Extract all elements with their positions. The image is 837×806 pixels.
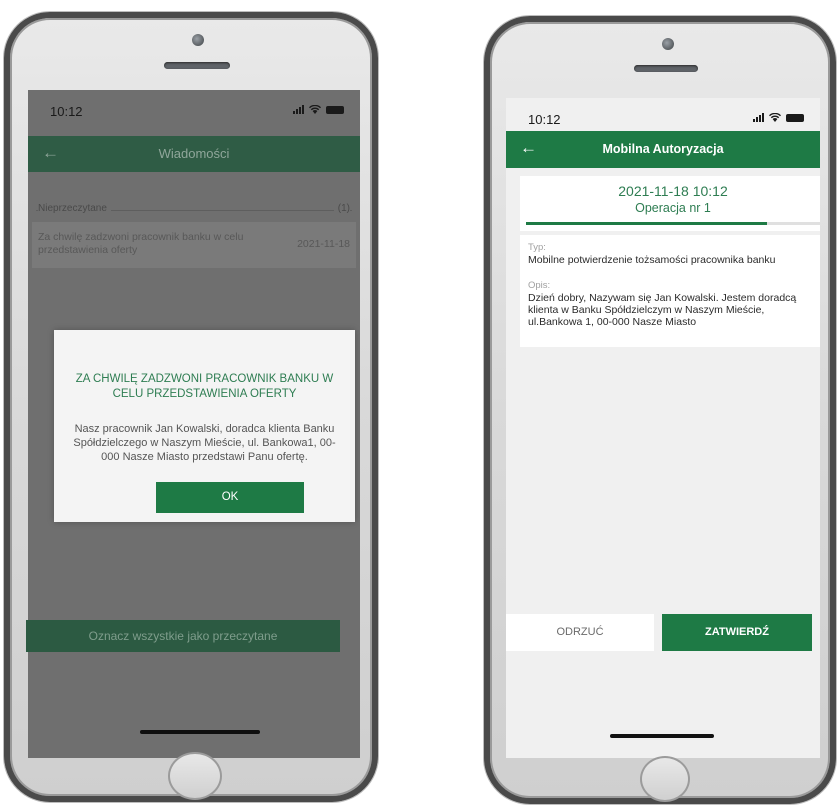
earpiece-speaker [634,65,698,72]
ok-button[interactable]: OK [156,482,304,513]
unread-section-header: Nieprzeczytane (1) [36,203,352,217]
authorization-header: ← Mobilna Autoryzacja [506,131,820,168]
right-phone-frame: 10:12 ← Mobilna Autoryzacja 2021-11-18 1… [484,16,836,804]
reject-button[interactable]: ODRZUĆ [506,614,654,651]
status-bar: 10:12 [28,90,360,130]
message-subject: Za chwilę zadzwoni pracownik banku w cel… [38,231,244,256]
status-time: 10:12 [528,112,561,127]
description-value: Dzień dobry, Nazywam się Jan Kowalski. J… [528,292,797,328]
mark-all-read-button[interactable]: Oznacz wszystkie jako przeczytane [26,620,340,652]
operation-details: Typ: Mobilne potwierdzenie tożsamości pr… [520,235,820,347]
front-camera-icon [662,38,674,50]
dialog-title: ZA CHWILĘ ZADZWONI PRACOWNIK BANKU W CEL… [75,373,334,400]
progress-fill [526,222,768,225]
type-value: Mobilne potwierdzenie tożsamości pracown… [528,254,776,266]
message-date: 2021-11-18 [297,238,350,250]
home-indicator [140,730,260,734]
section-label: Nieprzeczytane [38,203,111,214]
right-screen: 10:12 ← Mobilna Autoryzacja 2021-11-18 1… [506,98,820,758]
home-button[interactable] [168,752,222,800]
left-phone-frame: 10:12 ← Wiadomości Nieprzeczytane (1) Za… [4,12,378,802]
operation-datetime: 2021-11-18 10:12 [618,183,728,199]
front-camera-icon [192,34,204,46]
battery-icon [326,106,344,114]
type-label: Typ: [528,242,546,253]
status-time: 10:12 [50,104,83,119]
cellular-signal-icon [753,113,764,122]
wifi-icon [309,105,321,114]
earpiece-speaker [164,62,230,69]
cellular-signal-icon [293,105,304,114]
operation-progress-bar [526,222,820,225]
confirm-button[interactable]: ZATWIERDŹ [662,614,812,651]
left-screen: 10:12 ← Wiadomości Nieprzeczytane (1) Za… [28,90,360,758]
header-title: Mobilna Autoryzacja [602,142,724,156]
battery-icon [786,114,804,122]
system-icons [293,105,344,114]
system-icons [753,113,804,122]
header-title: Wiadomości [158,146,230,161]
messages-header: ← Wiadomości [28,136,360,172]
home-indicator [610,734,714,738]
dialog-body: Nasz pracownik Jan Kowalski, doradca kli… [73,423,336,463]
operation-number: Operacja nr 1 [635,201,711,215]
message-dialog: ZA CHWILĘ ZADZWONI PRACOWNIK BANKU W CEL… [54,330,355,522]
home-button[interactable] [640,756,690,802]
description-label: Opis: [528,280,551,291]
operation-card: 2021-11-18 10:12 Operacja nr 1 [520,176,820,231]
message-list-item[interactable]: Za chwilę zadzwoni pracownik banku w cel… [32,222,356,268]
section-count: (1) [333,203,350,214]
wifi-icon [769,113,781,122]
